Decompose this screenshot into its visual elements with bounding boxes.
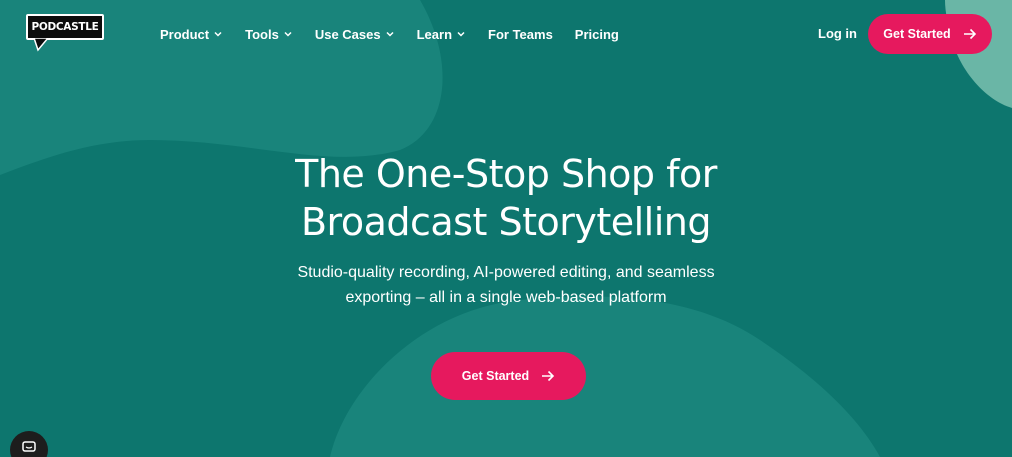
arrow-right-icon xyxy=(963,28,976,40)
podcastle-logo[interactable]: PODCASTLE xyxy=(26,14,106,54)
top-navigation: PODCASTLE Product Tools Use Cases Learn … xyxy=(0,0,1012,68)
menu-item-label: Learn xyxy=(416,26,453,42)
chevron-down-icon xyxy=(386,31,394,37)
logo-text: PODCASTLE xyxy=(31,21,99,33)
hero-headline-line1: The One-Stop Shop for xyxy=(295,152,717,196)
get-started-button-hero[interactable]: Get Started xyxy=(431,352,586,400)
hero-headline: The One-Stop Shop for Broadcast Storytel… xyxy=(0,150,1012,246)
hero-section: The One-Stop Shop for Broadcast Storytel… xyxy=(0,150,1012,310)
chevron-down-icon xyxy=(457,31,465,37)
menu-item-for-teams[interactable]: For Teams xyxy=(488,24,553,44)
hero-headline-line2: Broadcast Storytelling xyxy=(300,200,712,244)
main-menu: Product Tools Use Cases Learn For Teams … xyxy=(160,24,641,44)
chevron-down-icon xyxy=(214,31,222,37)
logo-badge: PODCASTLE xyxy=(26,14,104,40)
logo-speech-tail-icon xyxy=(34,38,49,52)
login-link[interactable]: Log in xyxy=(818,26,857,41)
get-started-button-header[interactable]: Get Started xyxy=(868,14,992,54)
get-started-label: Get Started xyxy=(461,369,530,383)
menu-item-use-cases[interactable]: Use Cases xyxy=(315,24,395,44)
arrow-right-icon xyxy=(542,370,555,382)
menu-item-learn[interactable]: Learn xyxy=(417,24,466,44)
background-blob-bottom xyxy=(330,296,880,457)
chat-icon xyxy=(22,441,36,452)
menu-item-tools[interactable]: Tools xyxy=(245,24,293,44)
menu-item-label: Tools xyxy=(245,26,279,42)
menu-item-label: Product xyxy=(160,26,210,42)
menu-item-label: Use Cases xyxy=(314,26,381,42)
menu-item-product[interactable]: Product xyxy=(160,24,223,44)
get-started-label: Get Started xyxy=(883,27,951,41)
menu-item-pricing[interactable]: Pricing xyxy=(575,24,619,44)
chevron-down-icon xyxy=(284,31,292,37)
menu-item-label: For Teams xyxy=(488,26,553,42)
hero-subhead: Studio-quality recording, AI-powered edi… xyxy=(297,264,715,306)
menu-item-label: Pricing xyxy=(574,26,619,42)
